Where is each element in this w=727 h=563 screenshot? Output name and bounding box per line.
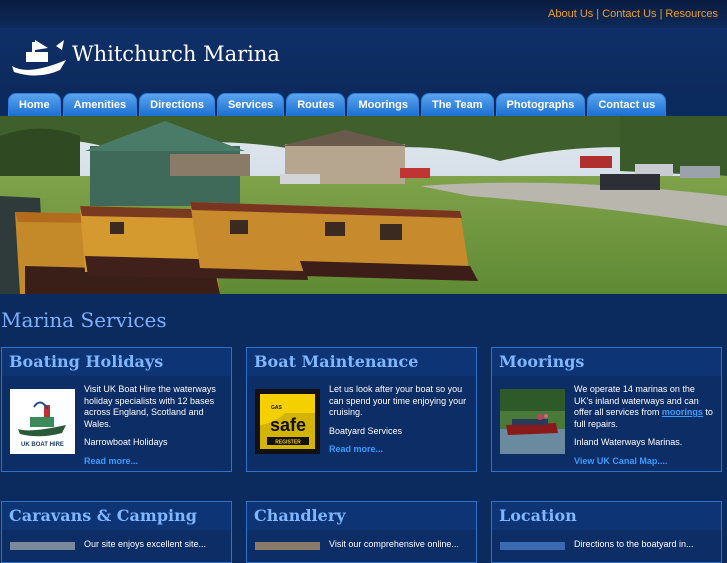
nav-services[interactable]: Services (216, 93, 285, 116)
view-canal-map-link[interactable]: View UK Canal Map.... (574, 456, 715, 468)
card-boating-holidays: Boating Holidays UK BOAT HIRE Visit UK B… (1, 347, 232, 472)
card-caravans-camping: Caravans & Camping Our site enjoys excel… (1, 501, 232, 563)
gas-safe-logo[interactable]: GAS safe REGISTER (255, 389, 320, 454)
card-body: Directions to the boatyard in... (574, 539, 715, 558)
main-nav: Home Amenities Directions Services Route… (8, 93, 667, 116)
moorings-photo[interactable] (500, 389, 565, 454)
register-caption: REGISTER (275, 440, 301, 446)
card-body: Visit our comprehensive online... (329, 539, 470, 558)
nav-contact-us[interactable]: Contact us (587, 93, 667, 116)
top-links: About Us | Contact Us | Resources (548, 8, 718, 20)
card-boat-maintenance: Boat Maintenance GAS safe REGISTER Let u… (246, 347, 477, 472)
chandlery-photo (255, 542, 320, 550)
nav-routes[interactable]: Routes (286, 93, 346, 116)
site-header: Whitchurch Marina (0, 28, 727, 92)
top-bar: About Us | Contact Us | Resources (0, 0, 727, 28)
read-more-link[interactable]: Read more... (84, 456, 225, 468)
nav-directions[interactable]: Directions (139, 93, 215, 116)
gas-caption: GAS (271, 405, 283, 411)
safe-caption: safe (270, 415, 306, 435)
nav-amenities[interactable]: Amenities (62, 93, 138, 116)
about-us-link[interactable]: About Us (548, 8, 593, 20)
boat-logo-icon[interactable] (8, 36, 70, 80)
uk-boat-hire-caption: UK BOAT HIRE (21, 442, 64, 448)
nav-the-team[interactable]: The Team (420, 93, 494, 116)
site-title[interactable]: Whitchurch Marina (72, 42, 280, 66)
card-description: We operate 14 marinas on the UK's inland… (574, 384, 715, 430)
card-title[interactable]: Chandlery (247, 502, 476, 530)
card-title[interactable]: Moorings (492, 348, 721, 376)
hero-image (0, 116, 727, 294)
nav-photographs[interactable]: Photographs (495, 93, 586, 116)
card-title[interactable]: Location (492, 502, 721, 530)
nav-moorings[interactable]: Moorings (347, 93, 419, 116)
card-subtitle: Narrowboat Holidays (84, 437, 168, 447)
location-map (500, 542, 565, 550)
caravans-photo (10, 542, 75, 550)
card-title[interactable]: Caravans & Camping (2, 502, 231, 530)
nav-home[interactable]: Home (8, 93, 61, 116)
resources-link[interactable]: Resources (665, 8, 718, 20)
uk-boat-hire-logo[interactable]: UK BOAT HIRE (10, 389, 75, 454)
card-description: Visit UK Boat Hire the waterways holiday… (84, 384, 216, 429)
card-body: Visit UK Boat Hire the waterways holiday… (84, 384, 225, 467)
card-title[interactable]: Boat Maintenance (247, 348, 476, 376)
card-subtitle: Boatyard Services (329, 425, 403, 436)
card-body: We operate 14 marinas on the UK's inland… (574, 384, 715, 467)
card-subtitle: Inland Waterways Marinas. (574, 437, 683, 447)
card-location: Location Directions to the boatyard in..… (491, 501, 722, 563)
card-body: Our site enjoys excellent site... (84, 539, 225, 558)
page-heading: Marina Services (1, 308, 167, 332)
card-description: Let us look after your boat so you can s… (329, 384, 467, 417)
contact-us-link[interactable]: Contact Us (602, 8, 656, 20)
moorings-inline-link[interactable]: moorings (662, 407, 703, 417)
read-more-link[interactable]: Read more... (329, 444, 470, 456)
card-chandlery: Chandlery Visit our comprehensive online… (246, 501, 477, 563)
card-title[interactable]: Boating Holidays (2, 348, 231, 376)
card-moorings: Moorings We operate 14 marinas on the UK… (491, 347, 722, 472)
card-body: Let us look after your boat so you can s… (329, 384, 470, 456)
